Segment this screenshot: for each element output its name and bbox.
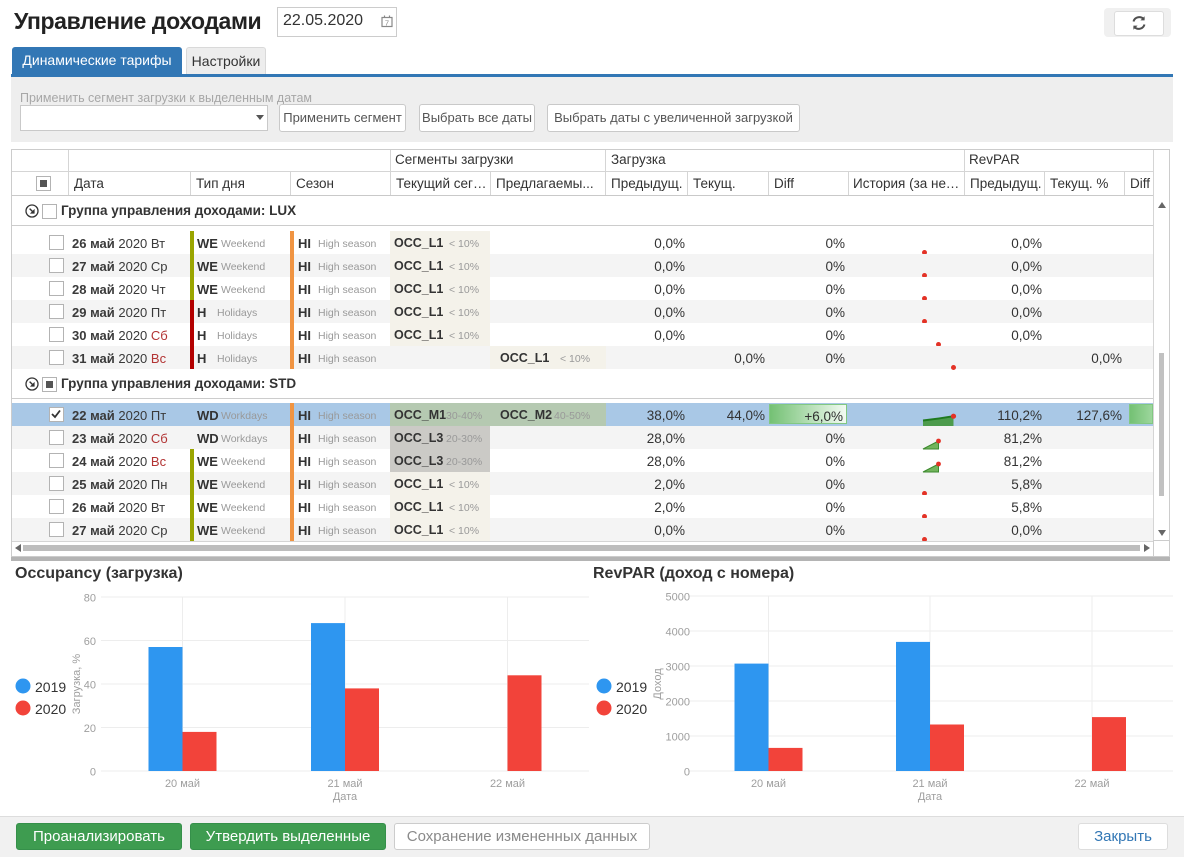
svg-text:2020: 2020 <box>35 701 66 717</box>
svg-text:22 май: 22 май <box>1074 778 1109 790</box>
svg-text:80: 80 <box>84 593 96 605</box>
svg-text:Дата: Дата <box>918 791 943 803</box>
svg-text:21 май: 21 май <box>327 778 362 790</box>
svg-text:21 май: 21 май <box>912 778 947 790</box>
svg-text:2019: 2019 <box>35 679 66 695</box>
svg-text:4000: 4000 <box>666 627 690 639</box>
svg-text:2019: 2019 <box>616 679 647 695</box>
svg-text:Загрузка, %: Загрузка, % <box>71 654 83 715</box>
svg-text:20 май: 20 май <box>751 778 786 790</box>
svg-text:0: 0 <box>684 767 690 779</box>
svg-text:2000: 2000 <box>666 697 690 709</box>
svg-text:20: 20 <box>84 723 96 735</box>
svg-text:3000: 3000 <box>666 662 690 674</box>
svg-text:1000: 1000 <box>666 732 690 744</box>
svg-text:20 май: 20 май <box>165 778 200 790</box>
svg-text:0: 0 <box>90 767 96 779</box>
svg-text:Доход: Доход <box>652 668 664 700</box>
svg-text:40: 40 <box>84 680 96 692</box>
svg-text:7: 7 <box>385 19 389 28</box>
svg-text:2020: 2020 <box>616 701 647 717</box>
svg-text:5000: 5000 <box>666 592 690 604</box>
svg-text:22 май: 22 май <box>490 778 525 790</box>
svg-text:60: 60 <box>84 636 96 648</box>
svg-text:Дата: Дата <box>333 791 358 803</box>
